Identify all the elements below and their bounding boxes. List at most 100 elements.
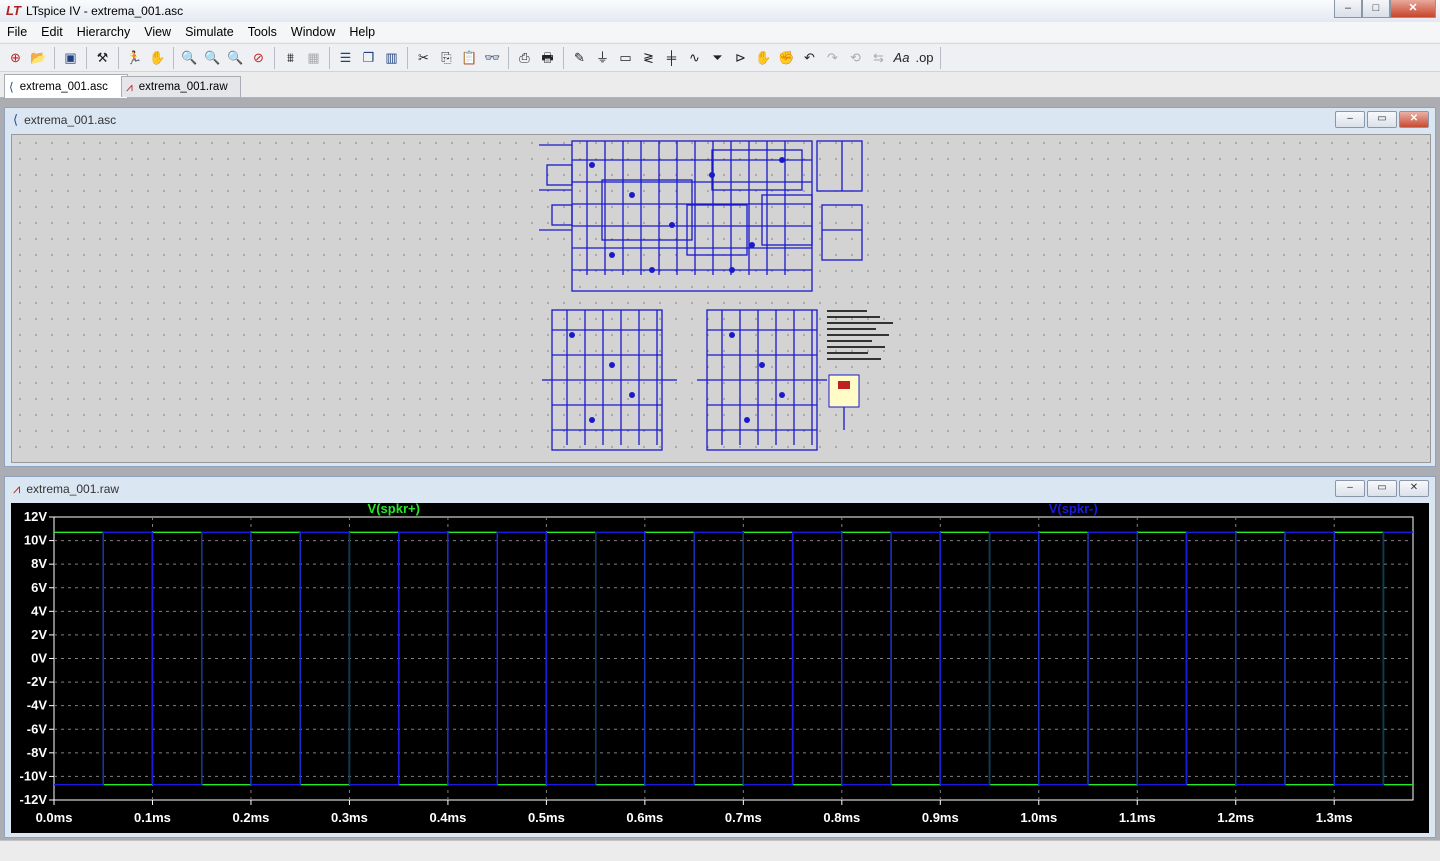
minimize-button[interactable]: – — [1334, 0, 1362, 18]
toolbar-separator — [508, 46, 509, 69]
menu-window[interactable]: Window — [284, 25, 342, 39]
diode-icon[interactable]: ⏷ — [708, 48, 728, 68]
ltspice-app-icon: LT — [6, 3, 21, 18]
y-tick-label: 0V — [31, 651, 47, 666]
paste-icon[interactable]: 📋 — [460, 48, 480, 68]
window-title: LTspice IV - extrema_001.asc — [26, 4, 184, 18]
lt-logo-icon — [838, 381, 850, 389]
toolbar-separator — [54, 46, 55, 69]
move-icon[interactable]: ✋ — [754, 48, 774, 68]
resistor-icon[interactable]: ≷ — [639, 48, 659, 68]
copy-icon[interactable]: ⎘ — [437, 48, 457, 68]
net-label-icon[interactable]: ▭ — [616, 48, 636, 68]
menu-bar: File Edit Hierarchy View Simulate Tools … — [0, 22, 1440, 42]
tab-waveform[interactable]: ⩘ extrema_001.raw — [121, 76, 241, 97]
inductor-icon[interactable]: ∿ — [685, 48, 705, 68]
maximize-button[interactable]: ▭ — [1367, 480, 1397, 497]
open-icon[interactable]: 📂 — [29, 48, 49, 68]
component-icon[interactable]: ⊳ — [731, 48, 751, 68]
y-tick-label: 4V — [31, 603, 47, 618]
schematic-wires — [539, 140, 863, 451]
save-icon[interactable]: ▣ — [61, 48, 81, 68]
toolbar: ⊕ 📂 ▣ ⚒ 🏃 ✋ 🔍 🔍 🔍 ⊘ ⩩ ▦ ☰ ❐ ▥ ✂ ⎘ 📋 👓 ⎙ … — [0, 43, 1440, 72]
rotate-icon[interactable]: ⟲ — [846, 48, 866, 68]
zoom-full-icon[interactable]: 🔍 — [203, 48, 223, 68]
tab-schematic[interactable]: ⟨ extrema_001.asc — [4, 74, 128, 98]
x-tick-label: 0.4ms — [429, 810, 466, 825]
mirror-icon[interactable]: ⇆ — [869, 48, 889, 68]
waveform-chart: 12V 10V 8V 6V 4V 2V 0V -2V -4V -6V -8V -10V -12V 0.0m… — [20, 501, 1414, 825]
status-bar — [0, 840, 1440, 861]
schematic-window-titlebar[interactable]: ⟨ extrema_001.asc — [5, 108, 1435, 132]
tab-label: extrema_001.raw — [138, 81, 228, 93]
menu-view[interactable]: View — [137, 25, 178, 39]
waveform-plot[interactable]: 12V 10V 8V 6V 4V 2V 0V -2V -4V -6V -8V -10V -12V 0.0m… — [11, 501, 1429, 833]
y-tick-label: 12V — [24, 509, 47, 524]
zoom-in-icon[interactable]: 🔍 — [180, 48, 200, 68]
x-tick-label: 0.6ms — [626, 810, 663, 825]
cut-icon[interactable]: ✂ — [414, 48, 434, 68]
capacitor-icon[interactable]: ╪ — [662, 48, 682, 68]
print-setup-icon[interactable]: ⎙ — [515, 48, 535, 68]
spice-directive-icon[interactable]: .op — [915, 48, 935, 68]
title-bar: LT LTspice IV - extrema_001.asc – □ ✕ — [0, 0, 1440, 22]
y-tick-label: -10V — [20, 768, 48, 783]
cascade-icon[interactable]: ❐ — [359, 48, 379, 68]
x-tick-label: 0.1ms — [134, 810, 171, 825]
close-button[interactable]: ✕ — [1399, 111, 1429, 128]
close-button[interactable]: ✕ — [1399, 480, 1429, 497]
x-tick-label: 0.8ms — [823, 810, 860, 825]
draw-wire-icon[interactable]: ✎ — [570, 48, 590, 68]
ground-icon[interactable]: ⏚ — [593, 48, 613, 68]
legend-entry[interactable]: V(spkr+) — [368, 501, 420, 516]
zoom-cancel-icon[interactable]: ⊘ — [249, 48, 269, 68]
find-icon[interactable]: 👓 — [483, 48, 503, 68]
waveform-window-title: extrema_001.raw — [26, 482, 120, 496]
new-schematic-icon[interactable]: ⊕ — [6, 48, 26, 68]
schematic-window-controls: – ▭ ✕ — [1333, 111, 1429, 128]
waveform-window: ⩘ extrema_001.raw – ▭ ✕ 12V 10V 8V 6V 4V 2V 0V… — [4, 476, 1436, 838]
legend-entry[interactable]: V(spkr-) — [1049, 501, 1098, 516]
menu-edit[interactable]: Edit — [34, 25, 70, 39]
toolbar-separator — [118, 46, 119, 69]
schematic-canvas[interactable] — [11, 134, 1431, 463]
maximize-button[interactable]: ▭ — [1367, 111, 1397, 128]
waveform-icon: ⩘ — [13, 481, 21, 496]
zoom-out-icon[interactable]: 🔍 — [226, 48, 246, 68]
schematic-icon: ⟨ — [9, 79, 14, 94]
menu-hierarchy[interactable]: Hierarchy — [70, 25, 138, 39]
control-panel-icon[interactable]: ⚒ — [93, 48, 113, 68]
waveform-window-titlebar[interactable]: ⩘ extrema_001.raw — [5, 477, 1435, 501]
spice-directives — [827, 310, 893, 360]
close-button[interactable]: ✕ — [1390, 0, 1436, 18]
schematic-window-title: extrema_001.asc — [24, 113, 117, 127]
menu-file[interactable]: File — [0, 25, 34, 39]
menu-simulate[interactable]: Simulate — [178, 25, 241, 39]
drag-icon[interactable]: ✊ — [777, 48, 797, 68]
tile-horizontal-icon[interactable]: ☰ — [336, 48, 356, 68]
toolbar-separator — [274, 46, 275, 69]
toolbar-separator — [86, 46, 87, 69]
x-tick-label: 0.7ms — [725, 810, 762, 825]
grid-icon[interactable]: ▦ — [304, 48, 324, 68]
y-tick-label: -6V — [27, 721, 48, 736]
text-icon[interactable]: Aa — [892, 48, 912, 68]
tile-vertical-icon[interactable]: ▥ — [382, 48, 402, 68]
menu-help[interactable]: Help — [342, 25, 382, 39]
maximize-button[interactable]: □ — [1362, 0, 1390, 18]
x-tick-label: 1.3ms — [1316, 810, 1353, 825]
minimize-button[interactable]: – — [1335, 480, 1365, 497]
toolbar-separator — [940, 46, 941, 69]
x-tick-label: 1.0ms — [1020, 810, 1057, 825]
undo-icon[interactable]: ↶ — [800, 48, 820, 68]
halt-icon[interactable]: ✋ — [148, 48, 168, 68]
waveform-icon: ⩘ — [126, 80, 133, 94]
print-icon[interactable]: 🖶 — [538, 48, 558, 68]
redo-icon[interactable]: ↷ — [823, 48, 843, 68]
y-tick-label: 6V — [31, 580, 47, 595]
minimize-button[interactable]: – — [1335, 111, 1365, 128]
menu-tools[interactable]: Tools — [241, 25, 284, 39]
autorange-icon[interactable]: ⩩ — [281, 48, 301, 68]
run-icon[interactable]: 🏃 — [125, 48, 145, 68]
x-tick-label: 1.2ms — [1217, 810, 1254, 825]
